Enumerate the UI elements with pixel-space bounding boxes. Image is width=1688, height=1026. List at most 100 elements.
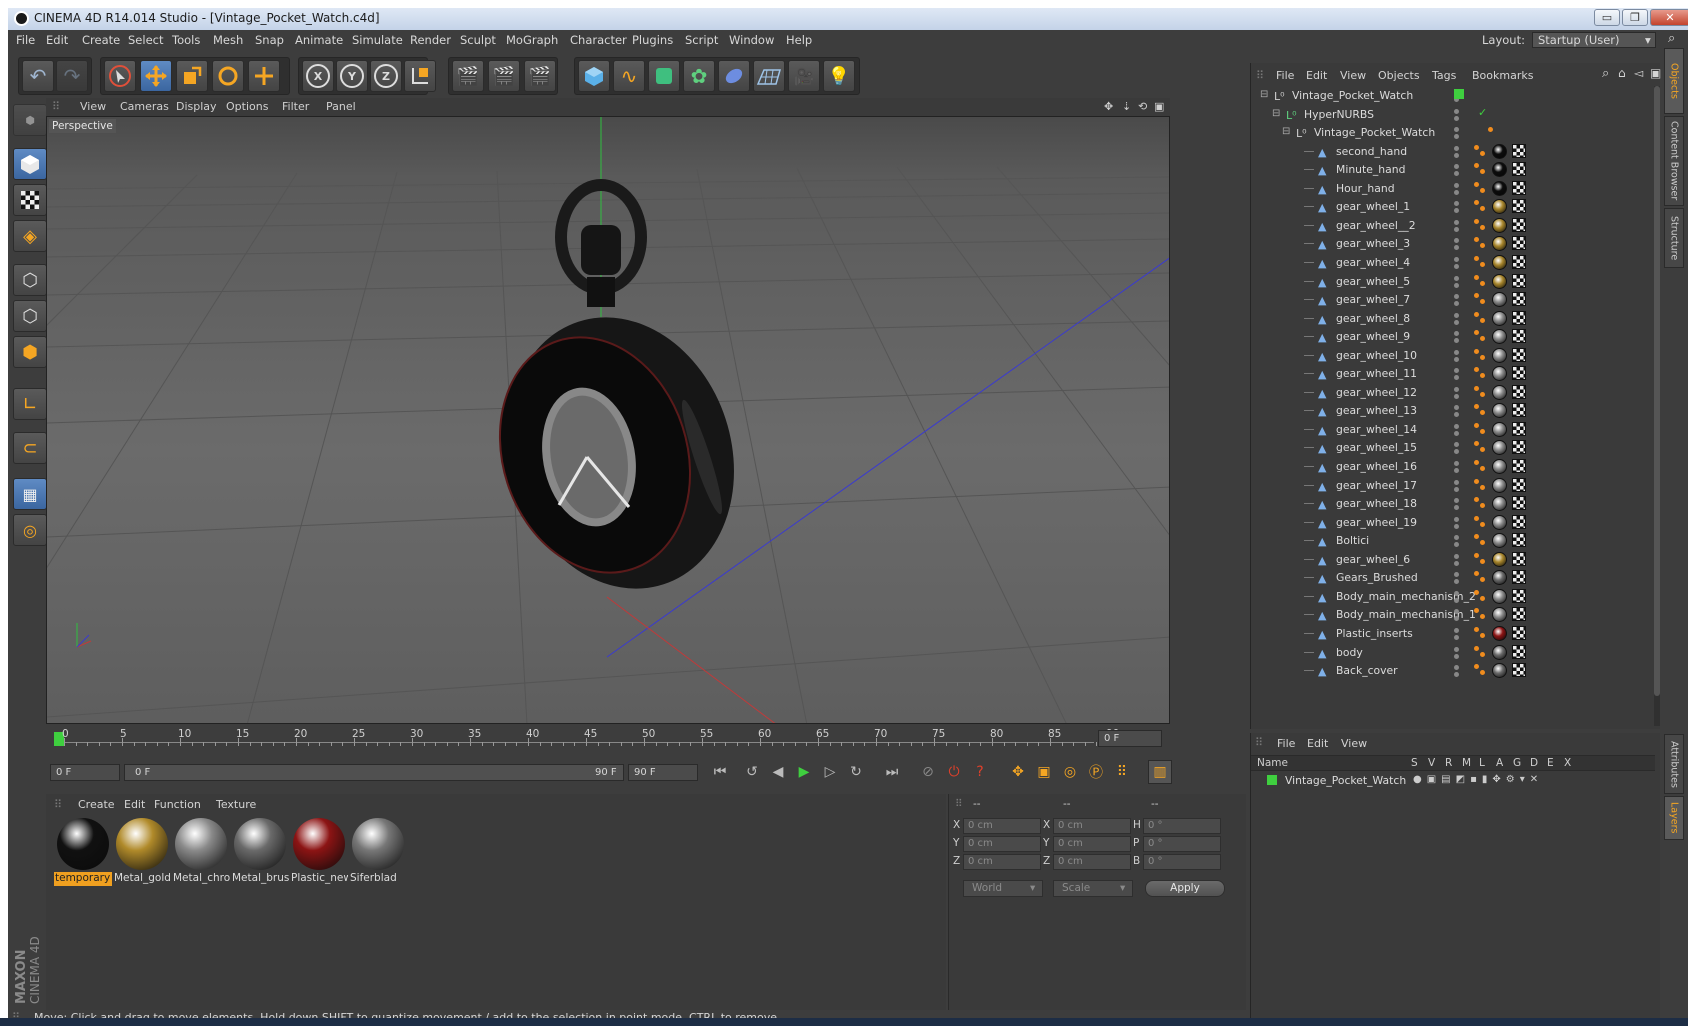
layer-header-column[interactable]: G (1513, 757, 1521, 769)
editor-visibility-dot[interactable] (1454, 219, 1459, 225)
tab-objects[interactable]: Objects (1664, 48, 1684, 114)
layer-header-column[interactable]: E (1547, 757, 1554, 769)
start-frame-field[interactable]: 0 F (50, 764, 120, 781)
uvw-tag-icon[interactable] (1512, 347, 1526, 362)
phong-tag-icon[interactable] (1480, 632, 1485, 638)
phong-tag-icon[interactable] (1474, 497, 1479, 503)
uvw-tag-icon[interactable] (1512, 570, 1526, 585)
phong-tag-icon[interactable] (1480, 336, 1485, 342)
uvw-tag-icon[interactable] (1512, 477, 1526, 492)
layer-row[interactable]: Vintage_Pocket_Watch ●▣▤◩▪▮✥⚙▾✕ (1251, 773, 1655, 791)
render-visibility-dot[interactable] (1454, 263, 1459, 269)
render-visibility-dot[interactable] (1454, 505, 1459, 511)
render-visibility-dot[interactable] (1454, 245, 1459, 251)
key-scale-button[interactable]: ▣ (1032, 760, 1056, 784)
object-name[interactable]: gear_wheel_7 (1336, 293, 1410, 306)
object-row[interactable]: ▲ gear_wheel_9 (1252, 327, 1662, 346)
phong-tag-icon[interactable] (1480, 354, 1485, 360)
phong-tag-icon[interactable] (1480, 577, 1485, 583)
editor-visibility-dot[interactable] (1454, 312, 1459, 318)
menu-script[interactable]: Script (685, 33, 718, 47)
render-visibility-dot[interactable] (1454, 560, 1459, 566)
render-visibility-dot[interactable] (1454, 282, 1459, 288)
object-name[interactable]: gear_wheel__2 (1336, 219, 1416, 232)
object-row[interactable]: ▲ gear_wheel_11 (1252, 364, 1662, 383)
editor-visibility-dot[interactable] (1454, 275, 1459, 281)
render-visibility-dot[interactable] (1454, 449, 1459, 455)
render-picture-viewer-button[interactable]: 🎬 (488, 60, 520, 92)
menu-snap[interactable]: Snap (255, 33, 284, 47)
uvw-tag-icon[interactable] (1512, 329, 1526, 344)
material-tag-icon[interactable] (1492, 514, 1507, 530)
render-visibility-dot[interactable] (1454, 189, 1459, 195)
phong-tag-icon[interactable] (1474, 478, 1479, 484)
editor-visibility-dot[interactable] (1454, 479, 1459, 485)
uvw-tag-icon[interactable] (1512, 644, 1526, 659)
material-menu-edit[interactable]: Edit (124, 798, 145, 811)
key-parameter-button[interactable]: Ⓟ (1084, 760, 1108, 784)
uvw-tag-icon[interactable] (1512, 496, 1526, 511)
layer-header-column[interactable]: X (1564, 757, 1571, 769)
object-menu-file[interactable]: File (1276, 69, 1294, 82)
material-tag-icon[interactable] (1492, 273, 1507, 289)
object-row[interactable]: ▲ Body_main_mechanism_2 (1252, 587, 1662, 606)
phong-tag-icon[interactable] (1480, 169, 1485, 175)
object-name[interactable]: gear_wheel_19 (1336, 516, 1417, 529)
phong-tag-icon[interactable] (1480, 206, 1485, 212)
coord-value-field[interactable]: 0 cm (963, 854, 1041, 870)
phong-tag-icon[interactable] (1474, 589, 1479, 595)
frame-range-slider[interactable]: 0 F 90 F (124, 764, 624, 781)
phong-tag-icon[interactable] (1474, 664, 1479, 670)
object-row[interactable]: ▲ gear_wheel_10 (1252, 346, 1662, 365)
phong-tag-icon[interactable] (1480, 224, 1485, 230)
object-row[interactable]: ▲ gear_wheel_13 (1252, 401, 1662, 420)
nurbs-button[interactable] (648, 60, 680, 92)
key-position-button[interactable]: ✥ (1006, 760, 1030, 784)
uvw-tag-icon[interactable] (1512, 588, 1526, 603)
collapse-toggle-icon[interactable]: ⊟ (1272, 108, 1280, 119)
phong-tag-icon[interactable] (1480, 410, 1485, 416)
coord-value-field[interactable]: 0 ° (1143, 836, 1221, 852)
phong-tag-icon[interactable] (1480, 150, 1485, 156)
collapse-toggle-icon[interactable]: ⊟ (1282, 126, 1290, 137)
render-visibility-dot[interactable] (1454, 226, 1459, 232)
material-tag-icon[interactable] (1492, 570, 1507, 586)
render-visibility-dot[interactable] (1454, 171, 1459, 177)
phong-tag-icon[interactable] (1480, 670, 1485, 676)
material-tag-icon[interactable] (1492, 496, 1507, 512)
uvw-tag-icon[interactable] (1512, 625, 1526, 640)
object-name[interactable]: gear_wheel_8 (1336, 312, 1410, 325)
material-tag-icon[interactable] (1492, 217, 1507, 233)
material-tag-icon[interactable] (1492, 162, 1507, 178)
tab-layers[interactable]: Layers (1664, 796, 1684, 840)
uvw-tag-icon[interactable] (1512, 254, 1526, 269)
previous-key-button[interactable]: ↺ (740, 760, 764, 784)
layout-dropdown[interactable]: Startup (User) ▾ (1532, 32, 1656, 48)
render-visibility-dot[interactable] (1454, 412, 1459, 418)
phong-tag-icon[interactable] (1480, 521, 1485, 527)
timeline-window-button[interactable]: ▥ (1148, 760, 1172, 784)
phong-tag-icon[interactable] (1474, 274, 1479, 280)
menu-render[interactable]: Render (410, 33, 451, 47)
render-visibility-dot[interactable] (1454, 152, 1459, 158)
material-swatch[interactable]: temporary (54, 816, 112, 888)
render-visibility-dot[interactable] (1454, 134, 1459, 140)
editor-visibility-dot[interactable] (1454, 461, 1459, 466)
object-name[interactable]: Hour_hand (1336, 182, 1395, 195)
render-visibility-dot[interactable] (1454, 542, 1459, 548)
current-frame-field[interactable]: 0 F (1098, 730, 1162, 747)
phong-tag-icon[interactable] (1488, 127, 1493, 133)
phong-tag-icon[interactable] (1474, 311, 1479, 317)
viewport-menu-display[interactable]: Display (176, 100, 217, 113)
texture-mode-button[interactable] (13, 184, 47, 216)
next-frame-button[interactable]: ▷ (818, 760, 842, 784)
object-name[interactable]: Gears_Brushed (1336, 571, 1418, 584)
material-swatch[interactable]: Metal_chrome (172, 816, 230, 888)
material-swatch[interactable]: Plastic_new (290, 816, 348, 888)
uvw-tag-icon[interactable] (1512, 514, 1526, 529)
floor-button[interactable] (753, 60, 785, 92)
render-visibility-dot[interactable] (1454, 468, 1459, 473)
phong-tag-icon[interactable] (1474, 608, 1479, 614)
editor-visibility-dot[interactable] (1454, 572, 1459, 578)
object-menu-tags[interactable]: Tags (1432, 69, 1456, 82)
